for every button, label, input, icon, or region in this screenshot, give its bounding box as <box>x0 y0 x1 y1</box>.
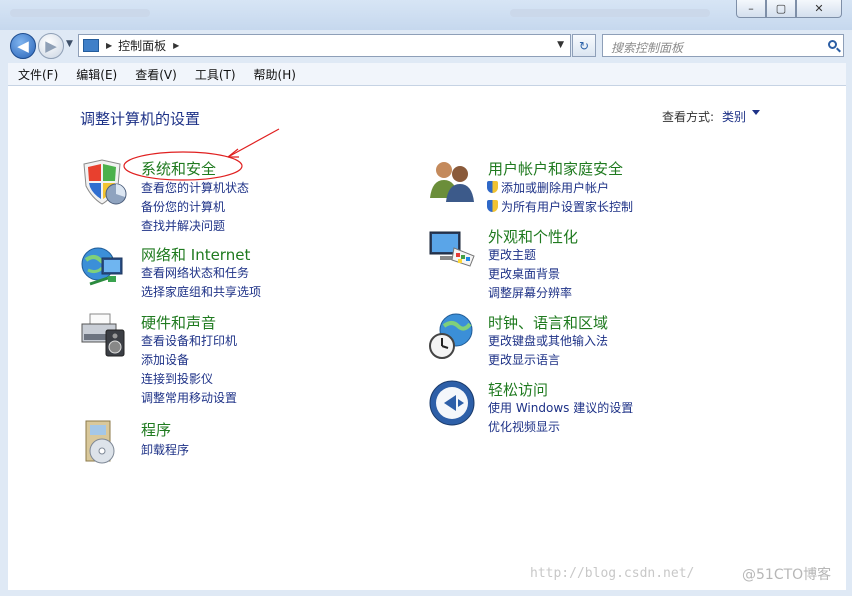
ease-of-access-icon <box>429 380 475 426</box>
blurred-title-right <box>510 9 710 17</box>
network-globe-icon <box>81 247 123 286</box>
category-title[interactable]: 硬件和声音 <box>141 312 216 333</box>
navigation-bar: ◀ ▶ ▼ ▶ 控制面板 ▶ ▼ ↻ 搜索控制面板 <box>0 30 852 62</box>
watermark-handle: @51CTO博客 <box>742 567 832 583</box>
printer-speaker-icon <box>81 313 125 357</box>
view-by-label: 查看方式: <box>661 110 714 124</box>
link-connect-projector[interactable]: 连接到投影仪 <box>141 370 213 387</box>
recent-pages-icon: ▼ <box>66 39 73 49</box>
window-controls: – ▢ ✕ <box>736 0 842 18</box>
forward-button[interactable]: ▶ <box>38 33 64 59</box>
link-parental-controls[interactable]: 为所有用户设置家长控制 <box>487 198 633 215</box>
link-devices-printers[interactable]: 查看设备和打印机 <box>141 332 237 349</box>
search-icon[interactable] <box>828 40 837 49</box>
watermark-url: http://blog.csdn.net/ <box>530 566 695 581</box>
clock-globe-icon <box>429 313 473 359</box>
link-keyboard-input[interactable]: 更改键盘或其他输入法 <box>488 332 608 349</box>
breadcrumb-arrow-icon[interactable]: ▶ <box>106 41 112 50</box>
link-optimize-video[interactable]: 优化视频显示 <box>488 418 560 435</box>
forward-arrow-icon: ▶ <box>45 37 57 55</box>
link-screen-resolution[interactable]: 调整屏幕分辨率 <box>488 284 572 301</box>
refresh-button[interactable]: ↻ <box>572 34 596 57</box>
link-text[interactable]: 添加或删除用户帐户 <box>501 181 609 195</box>
recent-pages-button[interactable]: ▼ <box>66 39 73 49</box>
link-homegroup-sharing[interactable]: 选择家庭组和共享选项 <box>141 283 261 300</box>
link-view-computer-status[interactable]: 查看您的计算机状态 <box>141 179 249 196</box>
control-panel-icon <box>83 39 99 52</box>
users-icon <box>430 162 474 202</box>
menu-view[interactable]: 查看(V) <box>125 66 185 83</box>
link-desktop-background[interactable]: 更改桌面背景 <box>488 265 560 282</box>
category-title[interactable]: 外观和个性化 <box>488 226 578 247</box>
maximize-icon: ▢ <box>775 2 787 15</box>
refresh-icon: ↻ <box>578 38 590 53</box>
menu-bar: 文件(F) 编辑(E) 查看(V) 工具(T) 帮助(H) <box>8 63 846 86</box>
link-network-status[interactable]: 查看网络状态和任务 <box>141 264 249 281</box>
control-panel-content: 调整计算机的设置 查看方式: 类别 系统和安全 查看您的计算机状态 备份您的计算… <box>8 86 846 590</box>
menu-tools[interactable]: 工具(T) <box>185 66 244 83</box>
page-title: 调整计算机的设置 <box>80 110 201 128</box>
minimize-button[interactable]: – <box>736 0 766 18</box>
uac-shield-icon <box>487 181 498 193</box>
maximize-button[interactable]: ▢ <box>766 0 796 18</box>
category-title[interactable]: 时钟、语言和区域 <box>488 312 608 333</box>
link-change-theme[interactable]: 更改主题 <box>488 246 536 263</box>
link-uninstall-program[interactable]: 卸载程序 <box>141 441 189 458</box>
breadcrumb-control-panel[interactable]: 控制面板 <box>118 37 166 54</box>
view-by-dropdown[interactable]: 类别 <box>722 108 746 125</box>
menu-help[interactable]: 帮助(H) <box>244 66 304 83</box>
link-windows-recommended[interactable]: 使用 Windows 建议的设置 <box>488 399 633 416</box>
link-add-remove-accounts[interactable]: 添加或删除用户帐户 <box>487 179 609 196</box>
link-backup-computer[interactable]: 备份您的计算机 <box>141 198 225 215</box>
search-box[interactable]: 搜索控制面板 <box>602 34 844 57</box>
monitor-palette-icon <box>429 231 475 267</box>
blurred-title <box>10 9 150 17</box>
address-bar[interactable]: ▶ 控制面板 ▶ ▼ <box>78 34 571 57</box>
shield-chart-icon <box>83 159 127 205</box>
back-button[interactable]: ◀ <box>10 33 36 59</box>
programs-disc-icon <box>85 420 115 464</box>
category-title[interactable]: 网络和 Internet <box>141 244 250 265</box>
uac-shield-icon <box>487 200 498 212</box>
search-input[interactable]: 搜索控制面板 <box>611 39 683 56</box>
breadcrumb-arrow-icon[interactable]: ▶ <box>173 41 179 50</box>
link-troubleshoot[interactable]: 查找并解决问题 <box>141 217 225 234</box>
title-bar: – ▢ ✕ <box>0 0 852 30</box>
link-display-language[interactable]: 更改显示语言 <box>488 351 560 368</box>
address-dropdown-icon[interactable]: ▼ <box>557 40 564 50</box>
back-arrow-icon: ◀ <box>17 37 29 55</box>
minimize-icon: – <box>748 2 754 15</box>
category-title[interactable]: 程序 <box>141 419 171 440</box>
link-mobility-settings[interactable]: 调整常用移动设置 <box>141 389 237 406</box>
menu-edit[interactable]: 编辑(E) <box>66 66 125 83</box>
link-text[interactable]: 为所有用户设置家长控制 <box>501 200 633 214</box>
close-button[interactable]: ✕ <box>796 0 842 18</box>
category-title[interactable]: 系统和安全 <box>141 158 216 179</box>
category-title[interactable]: 轻松访问 <box>488 379 548 400</box>
menu-file[interactable]: 文件(F) <box>8 66 66 83</box>
close-icon: ✕ <box>814 2 824 15</box>
link-add-device[interactable]: 添加设备 <box>141 351 189 368</box>
category-title[interactable]: 用户帐户和家庭安全 <box>488 158 623 179</box>
